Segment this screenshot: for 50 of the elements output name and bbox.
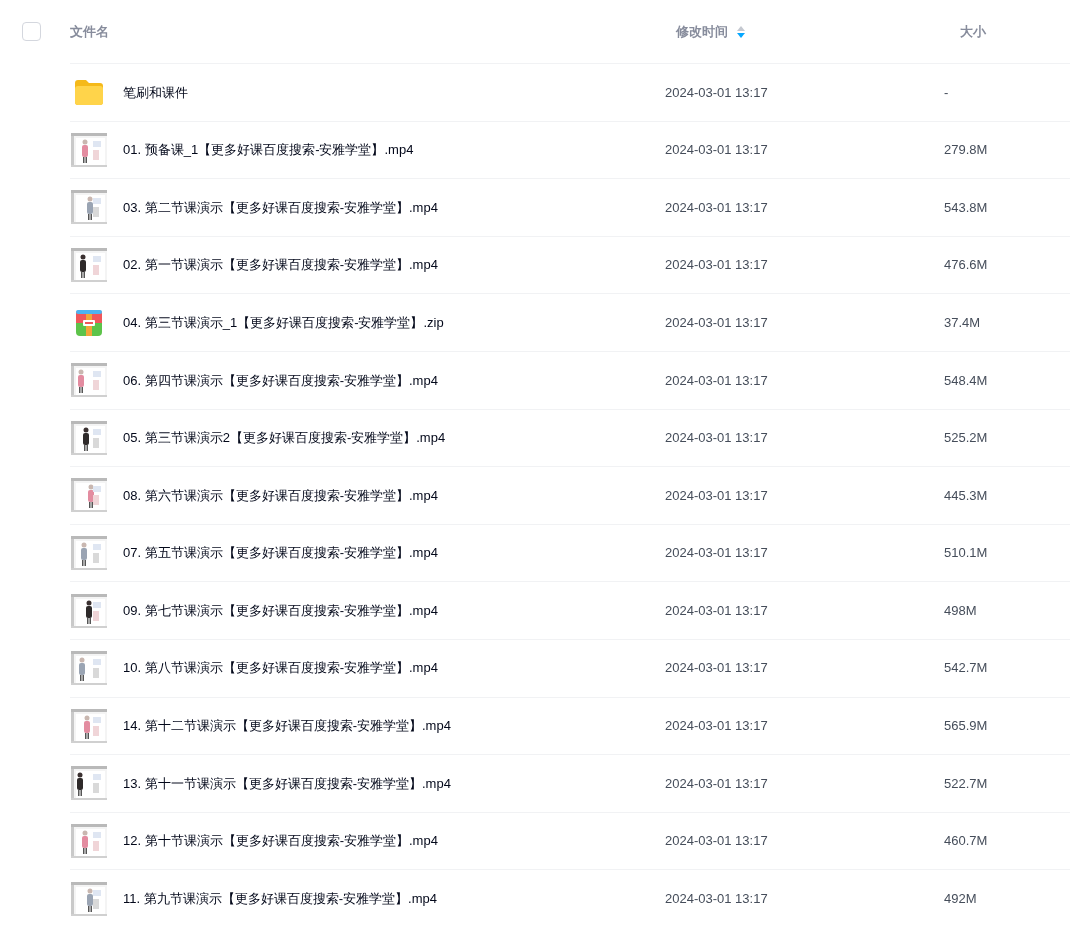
modified-time: 2024-03-01 13:17 [665, 659, 769, 678]
file-size: 279.8M [944, 141, 989, 160]
file-size: 492M [944, 889, 978, 908]
file-name[interactable]: 07. 第五节课演示【更多好课百度搜索-安雅学堂】.mp4 [123, 543, 665, 563]
file-size: 522.7M [944, 774, 989, 793]
modified-time: 2024-03-01 13:17 [665, 544, 769, 563]
modified-time: 2024-03-01 13:17 [665, 774, 769, 793]
file-size: 542.7M [944, 659, 989, 678]
modified-time: 2024-03-01 13:17 [665, 889, 769, 908]
file-name[interactable]: 02. 第一节课演示【更多好课百度搜索-安雅学堂】.mp4 [123, 255, 665, 275]
folder-icon [73, 79, 105, 106]
modified-time: 2024-03-01 13:17 [665, 141, 769, 160]
modified-time: 2024-03-01 13:17 [665, 83, 769, 102]
file-size: 510.1M [944, 544, 989, 563]
file-name[interactable]: 03. 第二节课演示【更多好课百度搜索-安雅学堂】.mp4 [123, 197, 665, 218]
file-name[interactable]: 13. 第十一节课演示【更多好课百度搜索-安雅学堂】.mp4 [123, 773, 665, 794]
file-name[interactable]: 04. 第三节课演示_1【更多好课百度搜索-安雅学堂】.zip [123, 312, 665, 333]
file-name[interactable]: 05. 第三节课演示2【更多好课百度搜索-安雅学堂】.mp4 [123, 428, 665, 448]
modified-time: 2024-03-01 13:17 [665, 371, 769, 390]
modified-time: 2024-03-01 13:17 [665, 486, 769, 505]
archive-icon [76, 309, 102, 336]
file-name[interactable]: 01. 预备课_1【更多好课百度搜索-安雅学堂】.mp4 [123, 140, 665, 160]
file-size: 565.9M [944, 717, 989, 736]
file-size: 543.8M [944, 198, 989, 217]
file-name[interactable]: 08. 第六节课演示【更多好课百度搜索-安雅学堂】.mp4 [123, 485, 665, 506]
modified-time: 2024-03-01 13:17 [665, 256, 769, 275]
column-header[interactable]: 大小 [960, 21, 986, 42]
file-name[interactable]: 笔刷和课件 [123, 82, 665, 103]
file-size: 498M [944, 601, 978, 620]
modified-time: 2024-03-01 13:17 [665, 717, 769, 736]
modified-time: 2024-03-01 13:17 [665, 832, 769, 851]
file-size: 460.7M [944, 832, 989, 851]
select-all-checkbox[interactable] [22, 22, 41, 41]
file-name[interactable]: 09. 第七节课演示【更多好课百度搜索-安雅学堂】.mp4 [123, 600, 665, 621]
file-name[interactable]: 10. 第八节课演示【更多好课百度搜索-安雅学堂】.mp4 [123, 658, 665, 678]
modified-time: 2024-03-01 13:17 [665, 313, 769, 332]
modified-time: 2024-03-01 13:17 [665, 601, 769, 620]
sort-icon[interactable] [736, 24, 746, 39]
file-size: 525.2M [944, 429, 989, 448]
file-name[interactable]: 11. 第九节课演示【更多好课百度搜索-安雅学堂】.mp4 [123, 888, 665, 909]
file-name[interactable]: 12. 第十节课演示【更多好课百度搜索-安雅学堂】.mp4 [123, 831, 665, 851]
file-size: 445.3M [944, 486, 989, 505]
file-size: 37.4M [944, 313, 982, 332]
file-size: 548.4M [944, 371, 989, 390]
file-size: 476.6M [944, 256, 989, 275]
modified-time: 2024-03-01 13:17 [665, 198, 769, 217]
file-size: - [944, 83, 950, 102]
file-name[interactable]: 06. 第四节课演示【更多好课百度搜索-安雅学堂】.mp4 [123, 370, 665, 390]
modified-time: 2024-03-01 13:17 [665, 429, 769, 448]
file-name[interactable]: 14. 第十二节课演示【更多好课百度搜索-安雅学堂】.mp4 [123, 716, 665, 736]
